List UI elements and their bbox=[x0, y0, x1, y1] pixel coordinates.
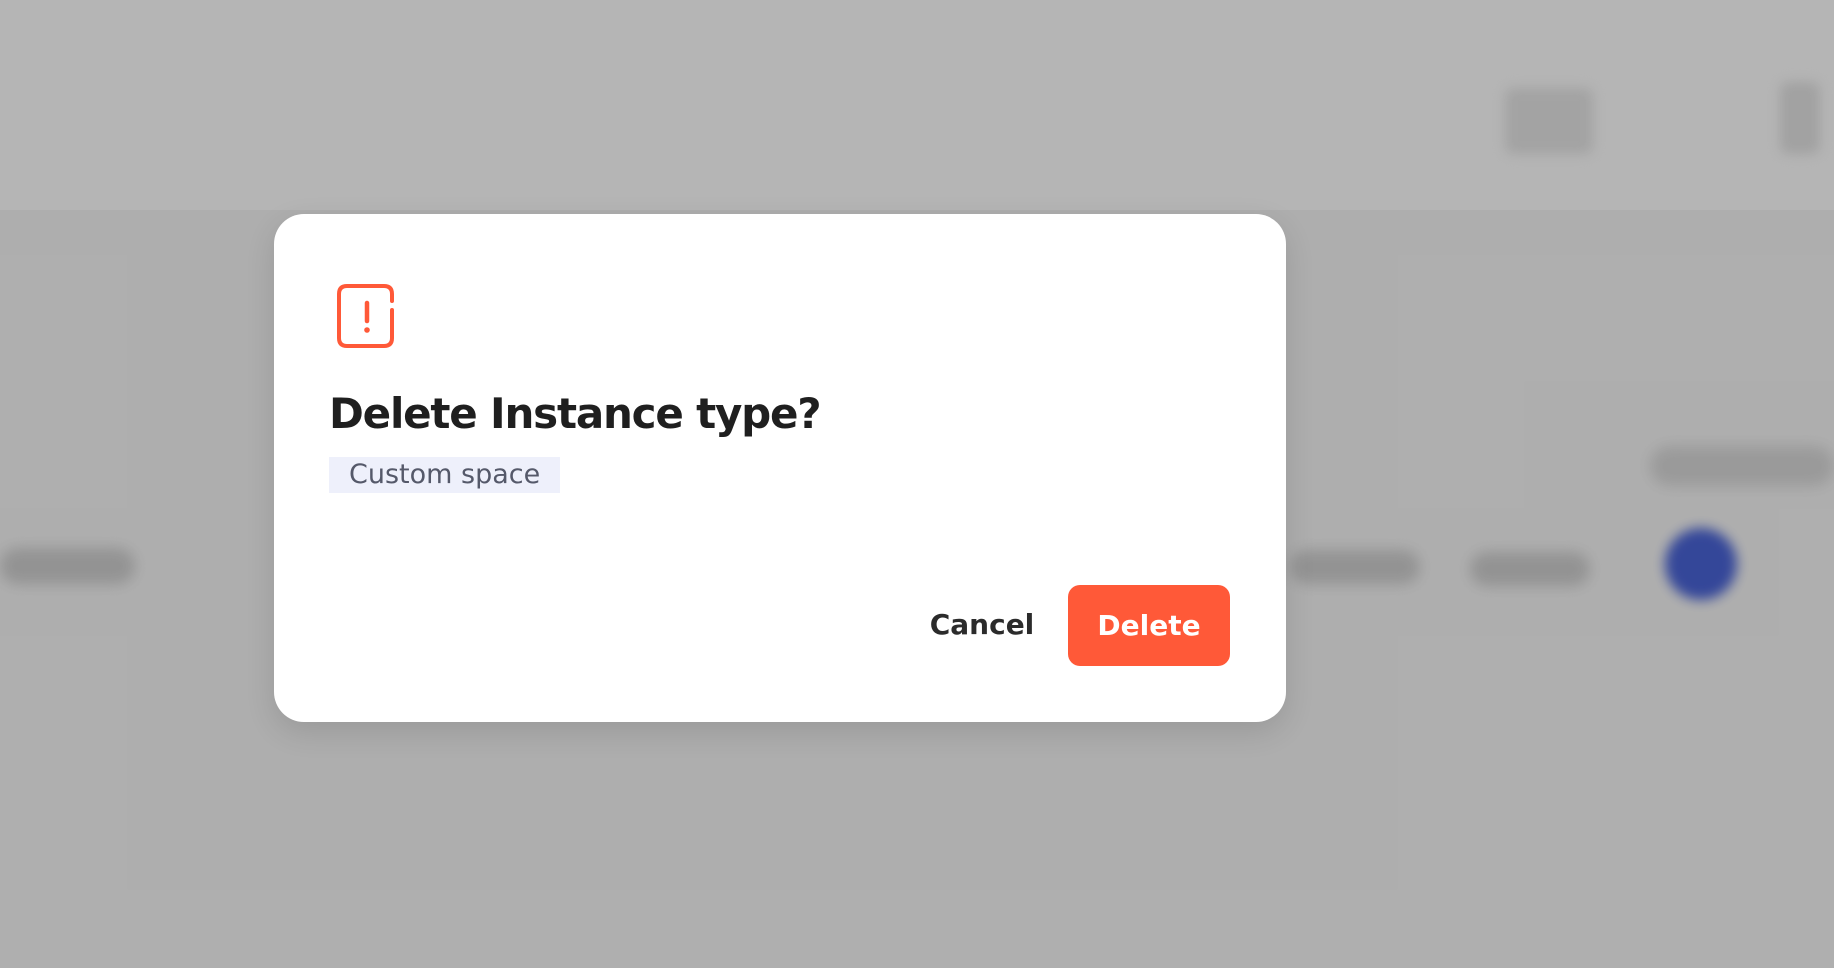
delete-confirmation-dialog: Delete Instance type? Custom space Cance… bbox=[274, 214, 1286, 722]
alert-square-icon bbox=[329, 276, 409, 356]
cancel-button[interactable]: Cancel bbox=[902, 585, 1062, 665]
delete-button[interactable]: Delete bbox=[1068, 585, 1230, 666]
dialog-title: Delete Instance type? bbox=[329, 389, 822, 438]
item-name-tag: Custom space bbox=[329, 457, 561, 493]
